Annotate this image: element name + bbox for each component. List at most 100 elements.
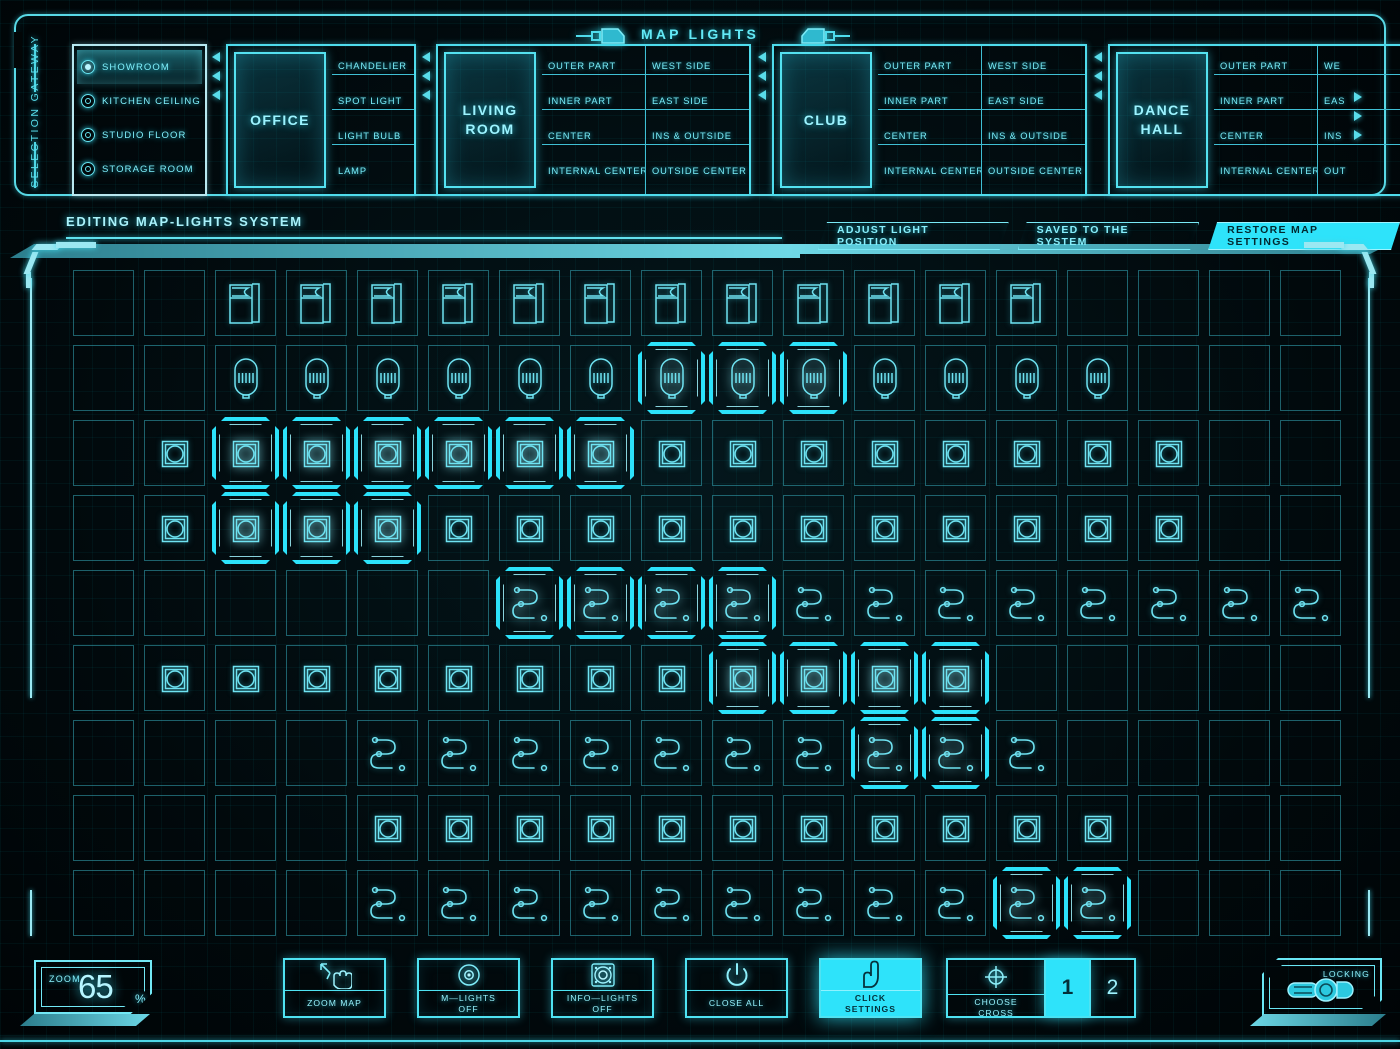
grid-cell[interactable] bbox=[920, 416, 991, 491]
room-option[interactable]: INTERNAL CENTER bbox=[1214, 166, 1317, 179]
grid-cell[interactable] bbox=[707, 866, 778, 941]
grid-cell[interactable] bbox=[565, 566, 636, 641]
room-option[interactable]: CENTER bbox=[878, 131, 981, 145]
grid-cell[interactable] bbox=[778, 341, 849, 416]
grid-cell[interactable] bbox=[423, 566, 494, 641]
grid-cell[interactable] bbox=[636, 491, 707, 566]
grid-cell[interactable] bbox=[68, 491, 139, 566]
grid-cell[interactable] bbox=[352, 566, 423, 641]
grid-cell[interactable] bbox=[281, 866, 352, 941]
grid-cell[interactable] bbox=[1275, 866, 1346, 941]
grid-cell[interactable] bbox=[210, 341, 281, 416]
scroll-arrows-left[interactable] bbox=[1094, 52, 1102, 100]
grid-cell[interactable] bbox=[991, 491, 1062, 566]
room-option[interactable]: LIGHT BULB bbox=[332, 131, 414, 145]
scroll-arrows-right[interactable] bbox=[1354, 92, 1362, 140]
grid-cell[interactable] bbox=[1275, 791, 1346, 866]
cross-option-2[interactable]: 2 bbox=[1089, 960, 1134, 1016]
grid-cell[interactable] bbox=[920, 791, 991, 866]
grid-cell[interactable] bbox=[352, 716, 423, 791]
grid-cell[interactable] bbox=[210, 866, 281, 941]
grid-cell[interactable] bbox=[352, 641, 423, 716]
grid-cell[interactable] bbox=[1062, 866, 1133, 941]
grid-cell[interactable] bbox=[1204, 416, 1275, 491]
arrow-left-icon[interactable] bbox=[758, 71, 766, 81]
arrow-left-icon[interactable] bbox=[1094, 52, 1102, 62]
grid-cell[interactable] bbox=[423, 716, 494, 791]
grid-cell[interactable] bbox=[352, 491, 423, 566]
grid-cell[interactable] bbox=[1133, 266, 1204, 341]
grid-cell[interactable] bbox=[849, 791, 920, 866]
grid-cell[interactable] bbox=[1275, 266, 1346, 341]
grid-cell[interactable] bbox=[1204, 716, 1275, 791]
grid-cell[interactable] bbox=[565, 866, 636, 941]
grid-cell[interactable] bbox=[210, 266, 281, 341]
grid-cell[interactable] bbox=[281, 716, 352, 791]
grid-cell[interactable] bbox=[636, 866, 707, 941]
arrow-right-icon[interactable] bbox=[1354, 111, 1362, 121]
grid-cell[interactable] bbox=[1275, 566, 1346, 641]
room-option[interactable]: OUTER PART bbox=[878, 61, 981, 76]
grid-cell[interactable] bbox=[849, 266, 920, 341]
grid-cell[interactable] bbox=[849, 566, 920, 641]
grid-cell[interactable] bbox=[1062, 716, 1133, 791]
grid-cell[interactable] bbox=[1275, 716, 1346, 791]
grid-cell[interactable] bbox=[1204, 491, 1275, 566]
grid-cell[interactable] bbox=[352, 266, 423, 341]
sidebar-item-studio-floor[interactable]: STUDIO FLOOR bbox=[77, 118, 202, 152]
room-option[interactable]: INNER PART bbox=[542, 96, 645, 111]
grid-cell[interactable] bbox=[281, 416, 352, 491]
grid-cell[interactable] bbox=[778, 266, 849, 341]
grid-cell[interactable] bbox=[494, 416, 565, 491]
room-option[interactable]: INS & OUTSIDE bbox=[982, 131, 1085, 145]
room-option[interactable]: CHANDELIER bbox=[332, 61, 414, 76]
grid-cell[interactable] bbox=[778, 791, 849, 866]
grid-cell[interactable] bbox=[423, 266, 494, 341]
arrow-left-icon[interactable] bbox=[422, 71, 430, 81]
arrow-left-icon[interactable] bbox=[758, 90, 766, 100]
grid-cell[interactable] bbox=[707, 491, 778, 566]
grid-cell[interactable] bbox=[920, 341, 991, 416]
grid-cell[interactable] bbox=[565, 341, 636, 416]
grid-cell[interactable] bbox=[139, 266, 210, 341]
grid-cell[interactable] bbox=[1133, 416, 1204, 491]
grid-cell[interactable] bbox=[920, 866, 991, 941]
m-lights-off-button[interactable]: M—LIGHTS OFF bbox=[417, 958, 520, 1018]
locking-control[interactable]: LOCKING bbox=[1262, 958, 1382, 1016]
room-option[interactable]: OUT bbox=[1318, 166, 1400, 179]
grid-cell[interactable] bbox=[1062, 491, 1133, 566]
grid-cell[interactable] bbox=[1062, 791, 1133, 866]
arrow-right-icon[interactable] bbox=[1354, 130, 1362, 140]
grid-cell[interactable] bbox=[68, 641, 139, 716]
arrow-left-icon[interactable] bbox=[758, 52, 766, 62]
grid-cell[interactable] bbox=[849, 641, 920, 716]
grid-cell[interactable] bbox=[423, 791, 494, 866]
grid-cell[interactable] bbox=[494, 566, 565, 641]
grid-cell[interactable] bbox=[1062, 416, 1133, 491]
grid-cell[interactable] bbox=[991, 416, 1062, 491]
grid-cell[interactable] bbox=[707, 341, 778, 416]
grid-cell[interactable] bbox=[707, 266, 778, 341]
grid-cell[interactable] bbox=[849, 866, 920, 941]
grid-cell[interactable] bbox=[68, 566, 139, 641]
arrow-left-icon[interactable] bbox=[212, 52, 220, 62]
grid-cell[interactable] bbox=[494, 266, 565, 341]
grid-cell[interactable] bbox=[281, 266, 352, 341]
grid-cell[interactable] bbox=[565, 416, 636, 491]
grid-cell[interactable] bbox=[1133, 641, 1204, 716]
room-option[interactable]: WE bbox=[1318, 61, 1400, 76]
grid-cell[interactable] bbox=[139, 566, 210, 641]
grid-cell[interactable] bbox=[1204, 641, 1275, 716]
choose-cross-button[interactable]: CHOOSE CROSS bbox=[948, 960, 1044, 1020]
grid-cell[interactable] bbox=[565, 266, 636, 341]
grid-cell[interactable] bbox=[68, 866, 139, 941]
grid-cell[interactable] bbox=[991, 866, 1062, 941]
grid-cell[interactable] bbox=[68, 416, 139, 491]
grid-cell[interactable] bbox=[565, 491, 636, 566]
grid-cell[interactable] bbox=[565, 716, 636, 791]
grid-cell[interactable] bbox=[1062, 641, 1133, 716]
grid-cell[interactable] bbox=[707, 566, 778, 641]
grid-cell[interactable] bbox=[139, 641, 210, 716]
grid-cell[interactable] bbox=[139, 341, 210, 416]
grid-cell[interactable] bbox=[991, 641, 1062, 716]
